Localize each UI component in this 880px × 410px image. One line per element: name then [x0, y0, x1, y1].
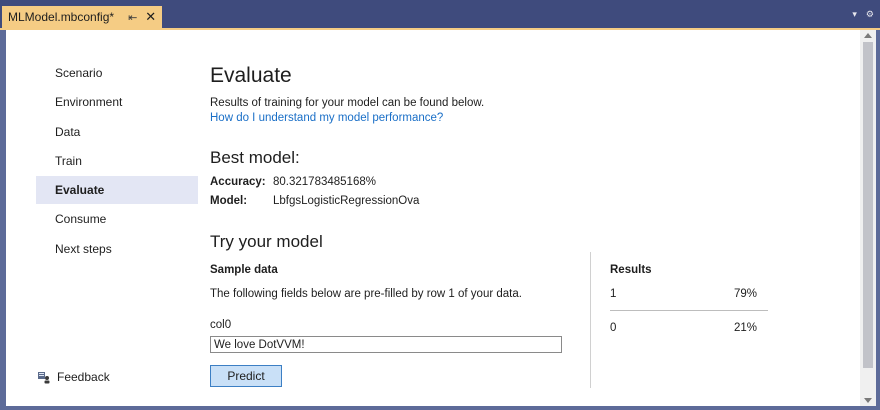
- document-tab-title: MLModel.mbconfig*: [8, 10, 115, 24]
- result-percent-1: 79%: [734, 288, 758, 300]
- best-model-heading: Best model:: [210, 148, 300, 167]
- col0-label: col0: [210, 319, 232, 331]
- col0-input[interactable]: [210, 336, 562, 353]
- tab-strip-controls: ▾ ⚙: [852, 9, 874, 20]
- feedback-label: Feedback: [57, 370, 110, 384]
- nav-item-evaluate[interactable]: Evaluate: [36, 176, 198, 204]
- nav-item-scenario[interactable]: Scenario: [36, 59, 198, 87]
- page-title: Evaluate: [210, 64, 292, 87]
- scroll-down-icon[interactable]: [864, 398, 872, 403]
- result-percent-0: 21%: [734, 322, 758, 334]
- vertical-scrollbar[interactable]: [860, 30, 876, 406]
- model-value: LbfgsLogisticRegressionOva: [273, 195, 420, 207]
- accuracy-label: Accuracy:: [210, 176, 266, 188]
- feedback-link[interactable]: Feedback: [37, 370, 110, 384]
- sample-data-note: The following fields below are pre-fille…: [210, 288, 522, 300]
- try-model-heading: Try your model: [210, 232, 323, 251]
- nav-item-next-steps[interactable]: Next steps: [36, 235, 198, 263]
- pin-icon[interactable]: ⇤: [128, 11, 137, 24]
- scrollbar-thumb[interactable]: [863, 42, 873, 368]
- feedback-icon: [37, 371, 51, 384]
- result-label-0: 0: [610, 322, 617, 334]
- document-tab-strip: MLModel.mbconfig* ⇤ ✕ ▾ ⚙: [0, 0, 880, 28]
- intro-text: Results of training for your model can b…: [210, 97, 485, 109]
- help-link[interactable]: How do I understand my model performance…: [210, 112, 443, 124]
- document-tab[interactable]: MLModel.mbconfig* ⇤ ✕: [2, 6, 162, 28]
- gear-icon[interactable]: ⚙: [866, 9, 874, 20]
- sample-data-heading: Sample data: [210, 264, 278, 276]
- nav-item-data[interactable]: Data: [36, 118, 198, 146]
- nav-item-environment[interactable]: Environment: [36, 88, 198, 116]
- close-icon[interactable]: ✕: [145, 9, 156, 25]
- accuracy-value: 80.321783485168%: [273, 176, 376, 188]
- nav-item-train[interactable]: Train: [36, 147, 198, 175]
- window-bottom-edge: [0, 406, 880, 410]
- chevron-down-icon[interactable]: ▾: [852, 9, 857, 20]
- results-divider: [590, 252, 591, 388]
- results-heading: Results: [610, 264, 652, 276]
- nav-item-consume[interactable]: Consume: [36, 205, 198, 233]
- model-label: Model:: [210, 195, 248, 207]
- scroll-up-icon[interactable]: [864, 33, 872, 38]
- results-row-separator: [610, 310, 768, 311]
- model-builder-page: Scenario Environment Data Train Evaluate…: [6, 30, 860, 406]
- result-label-1: 1: [610, 288, 617, 300]
- predict-button[interactable]: Predict: [210, 365, 282, 387]
